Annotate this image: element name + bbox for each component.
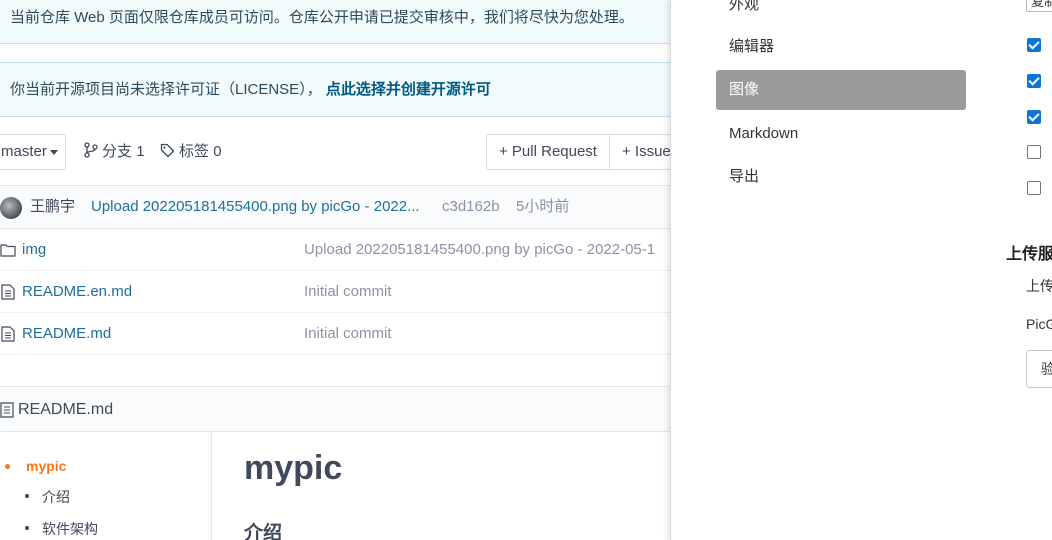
tags-label: 标签: [179, 143, 210, 160]
picgo-label: PicG: [1026, 316, 1052, 332]
readme-toc: mypic 介绍 软件架构: [0, 432, 212, 540]
pr-issue-buttons: + Pull Request + Issue: [486, 134, 670, 170]
review-notice: 当前仓库 Web 页面仅限仓库成员可访问。仓库公开申请已提交审核中，我们将尽快为…: [0, 0, 670, 44]
verify-button[interactable]: 验: [1026, 350, 1052, 388]
branches-link[interactable]: 分支 1: [84, 134, 145, 170]
settings-nav-appearance[interactable]: 外观: [716, 0, 966, 25]
avatar[interactable]: [0, 197, 22, 219]
license-notice: 你当前开源项目尚未选择许可证（LICENSE）， 点此选择并创建开源许可: [0, 62, 670, 117]
branch-icon: [84, 142, 98, 158]
file-name[interactable]: README.md: [22, 313, 111, 355]
toc-item-mypic[interactable]: mypic: [26, 458, 66, 474]
commit-time: 5小时前: [516, 198, 570, 215]
image-action-select[interactable]: 复制: [1026, 0, 1052, 12]
latest-commit-bar: 王鹏宇 Upload 202205181455400.png by picGo …: [0, 185, 670, 229]
settings-nav-markdown[interactable]: Markdown: [716, 114, 966, 154]
toc-bullet: [5, 464, 10, 469]
branches-count: 1: [136, 143, 145, 160]
file-icon: [0, 402, 14, 418]
new-pull-request-button[interactable]: + Pull Request: [487, 135, 609, 169]
chevron-down-icon: [49, 149, 58, 155]
tag-icon: [160, 143, 175, 158]
setting-checkbox[interactable]: [1027, 145, 1041, 159]
upload-label: 上传: [1026, 278, 1052, 294]
settings-nav-editor[interactable]: 编辑器: [716, 27, 966, 67]
toc-item-architecture[interactable]: 软件架构: [42, 519, 98, 539]
readme-filename: README.md: [18, 401, 114, 418]
settings-panel: 外观 编辑器 图像 Markdown 导出 复制 上传服 上传 PicG 验: [670, 0, 1052, 540]
settings-nav-export[interactable]: 导出: [716, 157, 966, 197]
file-icon: [1, 284, 15, 300]
file-row[interactable]: img Upload 202205181455400.png by picGo …: [0, 229, 670, 271]
folder-icon: [0, 244, 16, 257]
setting-checkbox[interactable]: [1027, 110, 1041, 124]
repo-toolbar: master 分支 1 标签 0 + Pull Request + Issue: [0, 134, 670, 170]
commit-message[interactable]: Upload 202205181455400.png by picGo - 20…: [91, 186, 420, 228]
branches-label: 分支: [102, 143, 133, 160]
branch-name: master: [1, 143, 47, 160]
file-commit-message[interactable]: Initial commit: [304, 313, 392, 355]
file-name[interactable]: README.en.md: [22, 271, 132, 313]
setting-checkbox[interactable]: [1027, 38, 1041, 52]
file-name[interactable]: img: [22, 229, 46, 271]
file-row[interactable]: README.md Initial commit: [0, 313, 670, 355]
file-row[interactable]: README.en.md Initial commit: [0, 271, 670, 313]
toc-bullet: [25, 494, 29, 498]
tags-count: 0: [213, 143, 222, 160]
commit-author[interactable]: 王鹏宇: [30, 186, 75, 228]
tags-link[interactable]: 标签 0: [160, 134, 222, 170]
review-notice-text: 当前仓库 Web 页面仅限仓库成员可访问。仓库公开申请已提交审核中，我们将尽快为…: [10, 9, 634, 26]
readme-header: README.md: [0, 386, 670, 432]
setting-checkbox[interactable]: [1027, 74, 1041, 88]
toc-bullet: [25, 526, 29, 530]
branch-select[interactable]: master: [0, 134, 66, 170]
new-issue-button[interactable]: + Issue: [608, 135, 670, 169]
license-notice-text: 你当前开源项目尚未选择许可证（LICENSE），: [10, 81, 322, 98]
file-commit-message[interactable]: Upload 202205181455400.png by picGo - 20…: [304, 229, 655, 271]
readme-heading: mypic: [244, 449, 343, 487]
readme-subheading: 介绍: [244, 523, 283, 540]
upload-service-title: 上传服: [1006, 246, 1052, 263]
setting-checkbox[interactable]: [1027, 181, 1041, 195]
file-commit-message[interactable]: Initial commit: [304, 271, 392, 313]
file-icon: [1, 326, 15, 342]
settings-nav-image[interactable]: 图像: [716, 70, 966, 110]
create-license-link[interactable]: 点此选择并创建开源许可: [326, 81, 491, 98]
commit-sha[interactable]: c3d162b: [442, 186, 500, 228]
repo-page: 当前仓库 Web 页面仅限仓库成员可访问。仓库公开申请已提交审核中，我们将尽快为…: [0, 0, 670, 540]
toc-item-intro[interactable]: 介绍: [42, 487, 70, 507]
